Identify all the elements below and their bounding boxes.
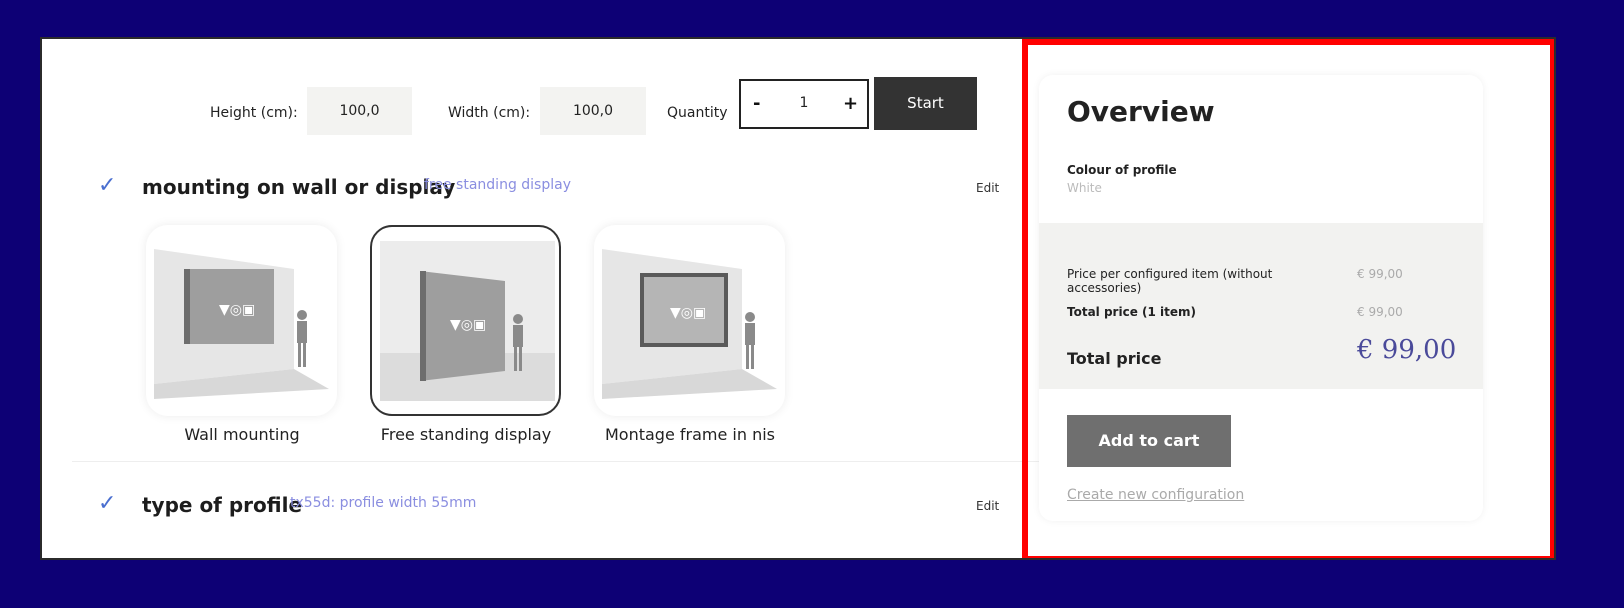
montage-frame-illustration-icon: ▼◎▣ bbox=[602, 249, 777, 399]
section-divider bbox=[72, 461, 1052, 462]
price-per-item-label: Price per configured item (without acces… bbox=[1067, 267, 1273, 295]
price-per-item-value: € 99,00 bbox=[1357, 267, 1403, 281]
section-complete-check-icon: ✓ bbox=[98, 491, 117, 516]
height-input[interactable]: 100,0 bbox=[307, 87, 412, 135]
create-new-configuration-link[interactable]: Create new configuration bbox=[1067, 487, 1244, 503]
free-standing-illustration-icon: ▼◎▣ bbox=[380, 241, 555, 401]
wall-mounting-illustration-icon: ▼◎▣ bbox=[154, 249, 329, 399]
colour-of-profile-label: Colour of profile bbox=[1067, 163, 1177, 177]
price-summary: Price per configured item (without acces… bbox=[1039, 223, 1483, 389]
option-card-free-standing[interactable]: ▼◎▣ bbox=[370, 225, 561, 416]
svg-text:▼◎▣: ▼◎▣ bbox=[450, 317, 486, 333]
width-input[interactable]: 100,0 bbox=[540, 87, 646, 135]
quantity-stepper: - 1 + bbox=[739, 79, 869, 129]
total-items-label: Total price (1 item) bbox=[1067, 305, 1196, 319]
quantity-input[interactable]: 1 bbox=[771, 95, 837, 111]
quantity-minus-button[interactable]: - bbox=[753, 93, 760, 114]
option-label-free-standing: Free standing display bbox=[380, 425, 552, 444]
quantity-plus-button[interactable]: + bbox=[843, 93, 858, 114]
overview-title: Overview bbox=[1067, 95, 1215, 128]
section-title-mounting: mounting on wall or display bbox=[142, 175, 456, 199]
add-to-cart-button[interactable]: Add to cart bbox=[1067, 415, 1231, 467]
section-title-profile: type of profile bbox=[142, 493, 303, 517]
total-price-value: € 99,00 bbox=[1357, 335, 1457, 365]
configurator-window: Height (cm): 100,0 Width (cm): 100,0 Qua… bbox=[40, 37, 1556, 560]
overview-panel: Overview Colour of profile White Price p… bbox=[1039, 75, 1483, 521]
width-label: Width (cm): bbox=[448, 105, 531, 121]
start-button[interactable]: Start bbox=[874, 77, 977, 130]
svg-text:▼◎▣: ▼◎▣ bbox=[670, 305, 706, 321]
colour-of-profile-value: White bbox=[1067, 181, 1102, 195]
total-items-value: € 99,00 bbox=[1357, 305, 1403, 319]
option-card-montage-frame[interactable]: ▼◎▣ bbox=[594, 225, 785, 416]
total-price-label: Total price bbox=[1067, 349, 1162, 368]
edit-mounting-link[interactable]: Edit bbox=[976, 181, 999, 195]
option-card-wall-mounting[interactable]: ▼◎▣ bbox=[146, 225, 337, 416]
edit-profile-link[interactable]: Edit bbox=[976, 499, 999, 513]
section-value-mounting: free standing display bbox=[424, 177, 571, 193]
height-label: Height (cm): bbox=[210, 105, 298, 121]
option-label-wall-mounting: Wall mounting bbox=[184, 425, 300, 444]
option-label-montage-frame: Montage frame in nis bbox=[604, 425, 776, 444]
section-complete-check-icon: ✓ bbox=[98, 173, 117, 198]
svg-text:▼◎▣: ▼◎▣ bbox=[219, 302, 255, 318]
quantity-label: Quantity bbox=[667, 105, 728, 121]
section-value-profile: tx55d: profile width 55mm bbox=[290, 495, 477, 511]
